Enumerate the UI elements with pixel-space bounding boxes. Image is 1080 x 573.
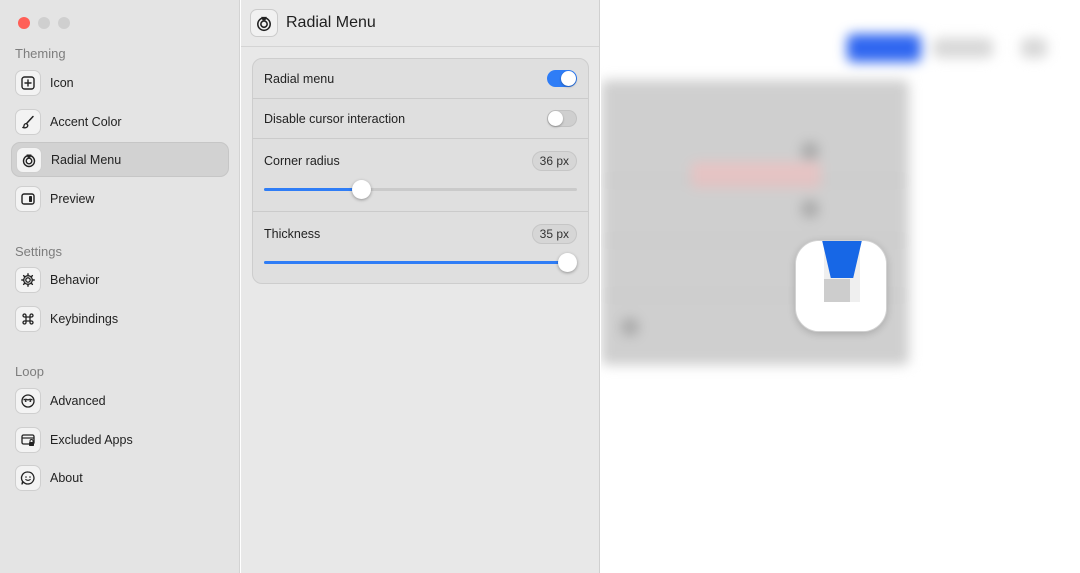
settings-pane: Radial Menu Radial menu Disable cursor i… <box>241 0 600 573</box>
pane-header: Radial Menu <box>241 0 599 47</box>
plus-square-icon <box>15 69 41 96</box>
disable-cursor-label: Disable cursor interaction <box>264 112 406 126</box>
gear-icon <box>15 266 41 293</box>
sidebar: Theming Icon Accent Color Radial Menu Pr… <box>0 0 240 573</box>
close-window-button[interactable] <box>18 17 30 29</box>
zoom-window-button[interactable] <box>58 17 70 29</box>
sidebar-item-accent-color[interactable]: Accent Color <box>11 104 229 139</box>
minimize-window-button[interactable] <box>38 17 50 29</box>
sidebar-item-label: Preview <box>50 191 95 206</box>
face-mask-icon <box>15 387 41 414</box>
sidebar-item-about[interactable]: About <box>11 460 229 495</box>
settings-card: Radial menu Disable cursor interaction C… <box>252 58 589 284</box>
radial-menu-preview <box>795 240 887 332</box>
radial-highlight-segment <box>822 241 862 278</box>
page-title: Radial Menu <box>286 14 376 31</box>
command-icon <box>15 305 41 332</box>
thickness-value: 35 px <box>531 224 577 244</box>
corner-radius-row: Corner radius 36 px <box>253 139 588 212</box>
disable-cursor-toggle[interactable] <box>547 110 577 127</box>
slider-thumb[interactable] <box>352 180 372 199</box>
sidebar-right-icon <box>15 185 41 212</box>
smiley-bubble-icon <box>15 464 41 491</box>
paintbrush-icon <box>15 108 41 135</box>
thickness-label: Thickness <box>264 227 321 241</box>
corner-radius-slider[interactable] <box>264 180 577 200</box>
sidebar-item-label: Advanced <box>50 393 106 408</box>
sidebar-item-label: Accent Color <box>50 114 122 129</box>
section-label-loop: Loop <box>15 364 44 379</box>
sidebar-item-label: Keybindings <box>50 311 119 326</box>
radial-menu-icon <box>250 9 278 37</box>
preview-area <box>601 0 1080 573</box>
radial-menu-label: Radial menu <box>264 72 335 86</box>
sidebar-item-advanced[interactable]: Advanced <box>11 383 229 418</box>
section-label-settings: Settings <box>15 244 62 259</box>
radial-menu-icon <box>16 146 42 173</box>
corner-radius-value: 36 px <box>531 151 577 171</box>
sidebar-item-label: Excluded Apps <box>50 432 133 447</box>
radial-menu-row: Radial menu <box>253 59 588 99</box>
sidebar-item-keybindings[interactable]: Keybindings <box>11 301 229 336</box>
sidebar-item-behavior[interactable]: Behavior <box>11 262 229 297</box>
thickness-slider[interactable] <box>264 253 577 273</box>
sidebar-item-preview[interactable]: Preview <box>11 181 229 216</box>
sidebar-item-excluded-apps[interactable]: Excluded Apps <box>11 422 229 457</box>
sidebar-item-label: Icon <box>50 75 74 90</box>
sidebar-item-icon[interactable]: Icon <box>11 65 229 100</box>
corner-radius-label: Corner radius <box>264 154 340 168</box>
section-label-theming: Theming <box>15 46 66 61</box>
sidebar-item-label: Radial Menu <box>51 152 122 167</box>
sidebar-item-label: Behavior <box>50 272 100 287</box>
slider-thumb[interactable] <box>558 253 577 272</box>
disable-cursor-row: Disable cursor interaction <box>253 99 588 139</box>
sidebar-item-label: About <box>50 470 83 485</box>
radial-menu-toggle[interactable] <box>547 70 577 87</box>
sidebar-item-radial-menu[interactable]: Radial Menu <box>11 142 229 177</box>
window-controls <box>18 17 70 29</box>
thickness-row: Thickness 35 px <box>253 212 588 283</box>
window-lock-icon <box>15 426 41 453</box>
